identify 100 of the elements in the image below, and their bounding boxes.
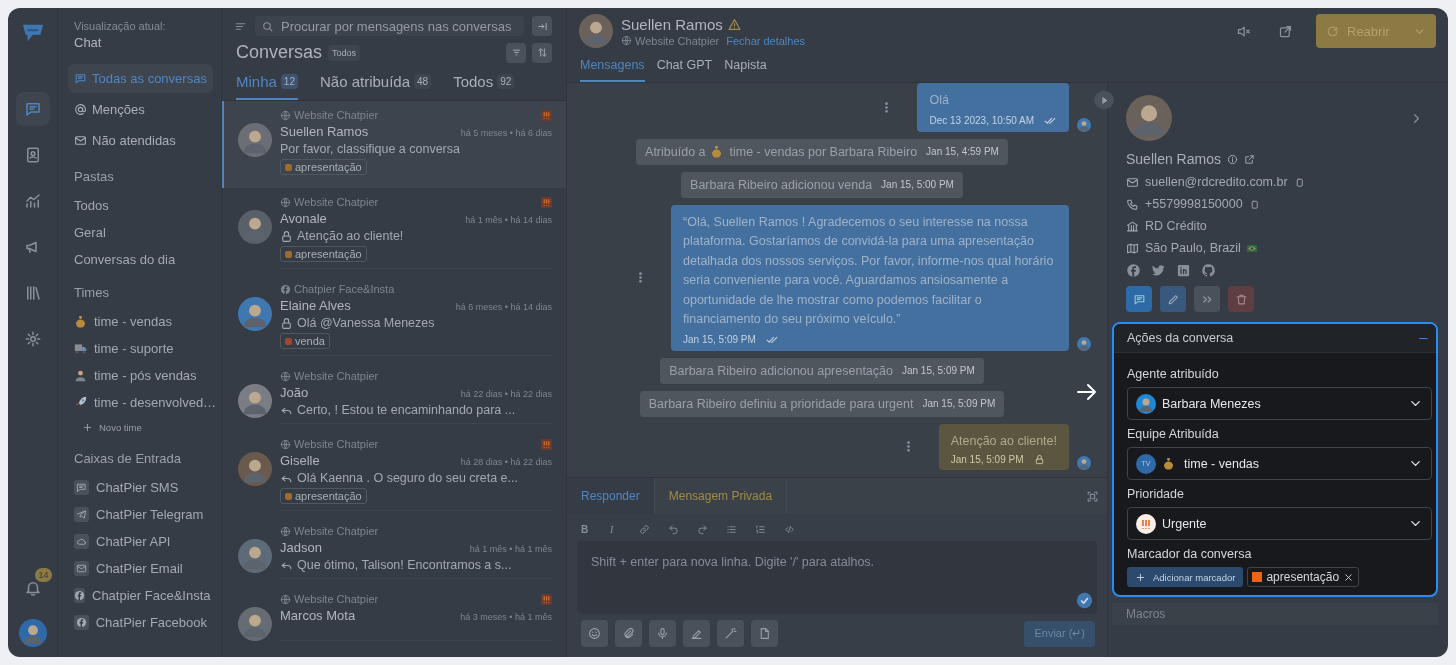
folder-item[interactable]: Todos bbox=[68, 192, 213, 219]
dropdown-value: Urgente bbox=[1162, 516, 1207, 531]
search-icon bbox=[261, 19, 274, 33]
trash-icon bbox=[1234, 292, 1248, 306]
contact-name: Jadson bbox=[280, 540, 323, 555]
map-icon bbox=[1126, 241, 1139, 255]
nav-item[interactable]: Todas as conversas bbox=[68, 64, 213, 93]
channel-name: Website Chatpier bbox=[294, 438, 379, 450]
ai-button[interactable] bbox=[717, 620, 744, 647]
channel-name: Website Chatpier bbox=[635, 34, 720, 47]
activity-text: Barbara Ribeiro definiu a prioridade para urgent bbox=[648, 396, 914, 411]
rocket-icon bbox=[74, 396, 87, 409]
linkedin-icon[interactable] bbox=[1176, 263, 1191, 278]
chat-bubble-icon bbox=[74, 72, 87, 85]
bold-button[interactable]: B bbox=[581, 524, 593, 535]
conversations-button[interactable] bbox=[15, 92, 50, 126]
folder-item[interactable]: Geral bbox=[68, 219, 213, 246]
conversation-item[interactable]: Chatpier Face&Insta Elaine Alves há 6 meses • há 14 dias Olá @Vanessa Menezes venda bbox=[222, 275, 566, 362]
edit-button[interactable] bbox=[1160, 286, 1186, 312]
undo-icon bbox=[668, 524, 679, 535]
file-button[interactable] bbox=[751, 620, 778, 647]
contact-company: RD Crédito bbox=[1145, 219, 1207, 233]
envelope-icon bbox=[74, 134, 87, 147]
filter-button[interactable] bbox=[506, 42, 526, 63]
code-icon bbox=[784, 524, 795, 535]
inbox-item[interactable]: ChatPier Email bbox=[68, 555, 213, 582]
chat-bubble-icon bbox=[76, 482, 87, 493]
channel-name: Website Chatpier bbox=[294, 525, 379, 537]
field-label: Marcador da conversa bbox=[1127, 547, 1253, 561]
delete-button[interactable] bbox=[1228, 286, 1254, 312]
close-details-link[interactable]: Fechar detalhes bbox=[726, 34, 806, 47]
tab[interactable]: Responder bbox=[567, 478, 655, 514]
audio-button[interactable] bbox=[649, 620, 676, 647]
at-sign-icon bbox=[74, 103, 87, 116]
nav-item[interactable]: Não atendidas bbox=[68, 126, 213, 155]
nav-item[interactable]: Menções bbox=[68, 95, 213, 124]
message-text: Olá bbox=[929, 92, 950, 109]
github-icon[interactable] bbox=[1201, 263, 1216, 278]
folder-item[interactable]: Conversas do dia bbox=[68, 246, 213, 273]
chart-icon bbox=[23, 192, 42, 210]
tab[interactable]: Todos 92 bbox=[453, 73, 515, 100]
tab[interactable]: Chat GPT bbox=[656, 58, 713, 82]
inbox-item[interactable]: ChatPier API bbox=[68, 528, 213, 555]
numbered-list-button[interactable] bbox=[755, 524, 767, 535]
chat-bubble-icon bbox=[23, 100, 42, 118]
search-field[interactable]: Procurar por mensagens nas conversas bbox=[255, 16, 524, 36]
expand-icon[interactable] bbox=[1086, 489, 1099, 503]
close-icon[interactable] bbox=[1343, 571, 1355, 583]
document-icon bbox=[758, 627, 771, 640]
dropdown[interactable]: Barbara Menezes bbox=[1127, 387, 1432, 420]
signature-button[interactable] bbox=[683, 620, 710, 647]
italic-button[interactable]: I bbox=[610, 524, 622, 535]
merge-button[interactable] bbox=[1194, 286, 1220, 312]
collapse-button[interactable] bbox=[532, 16, 552, 36]
contact-name: Suellen Ramos bbox=[280, 124, 370, 139]
new-team-link[interactable]: Novo time bbox=[68, 416, 213, 439]
team-item[interactable]: time - desenvolved… bbox=[68, 389, 213, 416]
sort-button[interactable] bbox=[532, 42, 552, 63]
inbox-item[interactable]: ChatPier SMS bbox=[68, 474, 213, 501]
team-item[interactable]: time - suporte bbox=[68, 335, 213, 362]
conversation-item[interactable]: Website Chatpier João há 22 dias • há 22 dias Certo, ! Estou te encaminhando para ... bbox=[222, 362, 566, 430]
money-bag-icon bbox=[709, 145, 723, 158]
activity-text: time - vendas por Barbara Ribeiro bbox=[729, 144, 918, 159]
facebook-icon[interactable] bbox=[1126, 263, 1141, 278]
panel-toggle-button[interactable] bbox=[1094, 91, 1114, 109]
team-item[interactable]: time - pós vendas bbox=[68, 362, 213, 389]
dropdown-value: Barbara Menezes bbox=[1162, 396, 1261, 411]
message-time: Jan 15, 5:09 PM bbox=[950, 454, 1024, 465]
redo-button[interactable] bbox=[697, 524, 709, 535]
section-title: Pastas bbox=[73, 168, 115, 186]
conversation-item[interactable]: Website Chatpier Avonale há 1 mês • há 14 dias Atenção ao cliente! apresentação bbox=[222, 188, 566, 275]
link-button[interactable] bbox=[639, 524, 651, 535]
avatar bbox=[1077, 336, 1091, 351]
tab[interactable]: Napista bbox=[724, 58, 767, 82]
team-item[interactable]: time - vendas bbox=[68, 308, 213, 335]
notifications-button[interactable]: 14 bbox=[15, 571, 50, 605]
channel-name: Chatpier Face&Insta bbox=[294, 283, 395, 295]
message-preview: Certo, ! Estou te encaminhando para ... bbox=[297, 403, 516, 417]
bullet-list-button[interactable] bbox=[726, 524, 738, 535]
inbox-item[interactable]: ChatPier Facebook bbox=[68, 609, 213, 636]
view-label: Visualização atual: bbox=[74, 20, 167, 32]
code-button[interactable] bbox=[784, 524, 796, 535]
tag-label: venda bbox=[295, 335, 325, 347]
emoji-button[interactable] bbox=[581, 620, 608, 647]
info-icon bbox=[1226, 153, 1238, 165]
contact-name: Suellen Ramos bbox=[621, 15, 723, 33]
tab[interactable]: Mensagem Privada bbox=[654, 478, 788, 514]
message-button[interactable] bbox=[1126, 286, 1152, 312]
undo-button[interactable] bbox=[668, 524, 680, 535]
tab[interactable]: Não atribuída 48 bbox=[320, 73, 432, 100]
conversation-item[interactable]: Website Chatpier Giselle há 28 dias • há 22 dias Olá Kaenna . O seguro do seu creta e... apresentação bbox=[222, 430, 566, 517]
message-input[interactable]: Shift + enter para nova linha. Digite '/' para atalhos. bbox=[577, 541, 1097, 614]
add-label-button[interactable]: Adicionar marcador bbox=[1127, 567, 1244, 587]
inbox-item[interactable]: Chatpier Face&Insta bbox=[68, 582, 213, 609]
lock-icon bbox=[280, 316, 293, 330]
inbox-item[interactable]: ChatPier Telegram bbox=[68, 501, 213, 528]
dropdown[interactable]: Urgente bbox=[1127, 507, 1432, 540]
twitter-icon[interactable] bbox=[1151, 263, 1166, 278]
attach-button[interactable] bbox=[615, 620, 642, 647]
refresh-icon bbox=[1326, 24, 1339, 38]
